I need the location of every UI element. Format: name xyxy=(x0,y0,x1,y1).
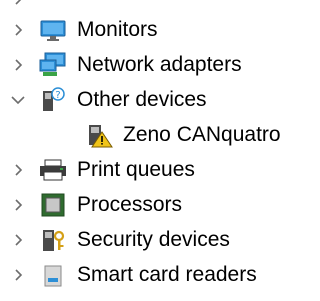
tree-item-smart-card-readers[interactable]: Smart card readers xyxy=(0,257,306,292)
tree-item-security-devices[interactable]: Security devices xyxy=(0,222,306,257)
smart-card-reader-icon xyxy=(38,262,68,288)
svg-text:?: ? xyxy=(55,90,60,101)
chevron-right-icon[interactable] xyxy=(8,55,28,75)
chevron-right-icon[interactable] xyxy=(8,20,28,40)
network-adapter-icon xyxy=(38,52,68,78)
chevron-right-icon[interactable] xyxy=(8,160,28,180)
tree-item-label: Security devices xyxy=(77,228,230,251)
partial-device-icon xyxy=(38,0,68,12)
unknown-device-icon: ? xyxy=(38,86,68,113)
processor-icon xyxy=(38,192,68,218)
security-device-icon xyxy=(38,227,68,253)
tree-item-label: Monitors xyxy=(77,18,158,41)
chevron-right-icon[interactable] xyxy=(8,195,28,215)
tree-item-zeno-canquatro[interactable]: Zeno CANquatro xyxy=(0,117,306,152)
tree-item-monitors[interactable]: Monitors xyxy=(0,12,306,47)
tree-item-label: Processors xyxy=(77,193,183,216)
tree-item-processors[interactable]: Processors xyxy=(0,187,306,222)
tree-item-other-devices[interactable]: ? Other devices xyxy=(0,82,306,117)
warning-device-icon xyxy=(84,122,114,148)
tree-item-label: Print queues xyxy=(77,158,195,181)
printer-icon xyxy=(38,157,68,183)
tree-item-label: Other devices xyxy=(77,88,207,111)
chevron-down-icon[interactable] xyxy=(8,90,28,110)
tree-item-label: Zeno CANquatro xyxy=(123,123,281,146)
tree-item-partial[interactable] xyxy=(0,0,306,12)
chevron-right-icon[interactable] xyxy=(8,230,28,250)
chevron-right-icon[interactable] xyxy=(8,0,28,9)
tree-item-label: Network adapters xyxy=(77,53,242,76)
tree-item-print-queues[interactable]: Print queues xyxy=(0,152,306,187)
device-tree: Monitors Network adapters ? Other device… xyxy=(0,0,306,292)
monitor-icon xyxy=(38,17,68,43)
tree-item-network-adapters[interactable]: Network adapters xyxy=(0,47,306,82)
chevron-right-icon[interactable] xyxy=(8,265,28,285)
tree-item-label: Smart card readers xyxy=(77,263,257,286)
